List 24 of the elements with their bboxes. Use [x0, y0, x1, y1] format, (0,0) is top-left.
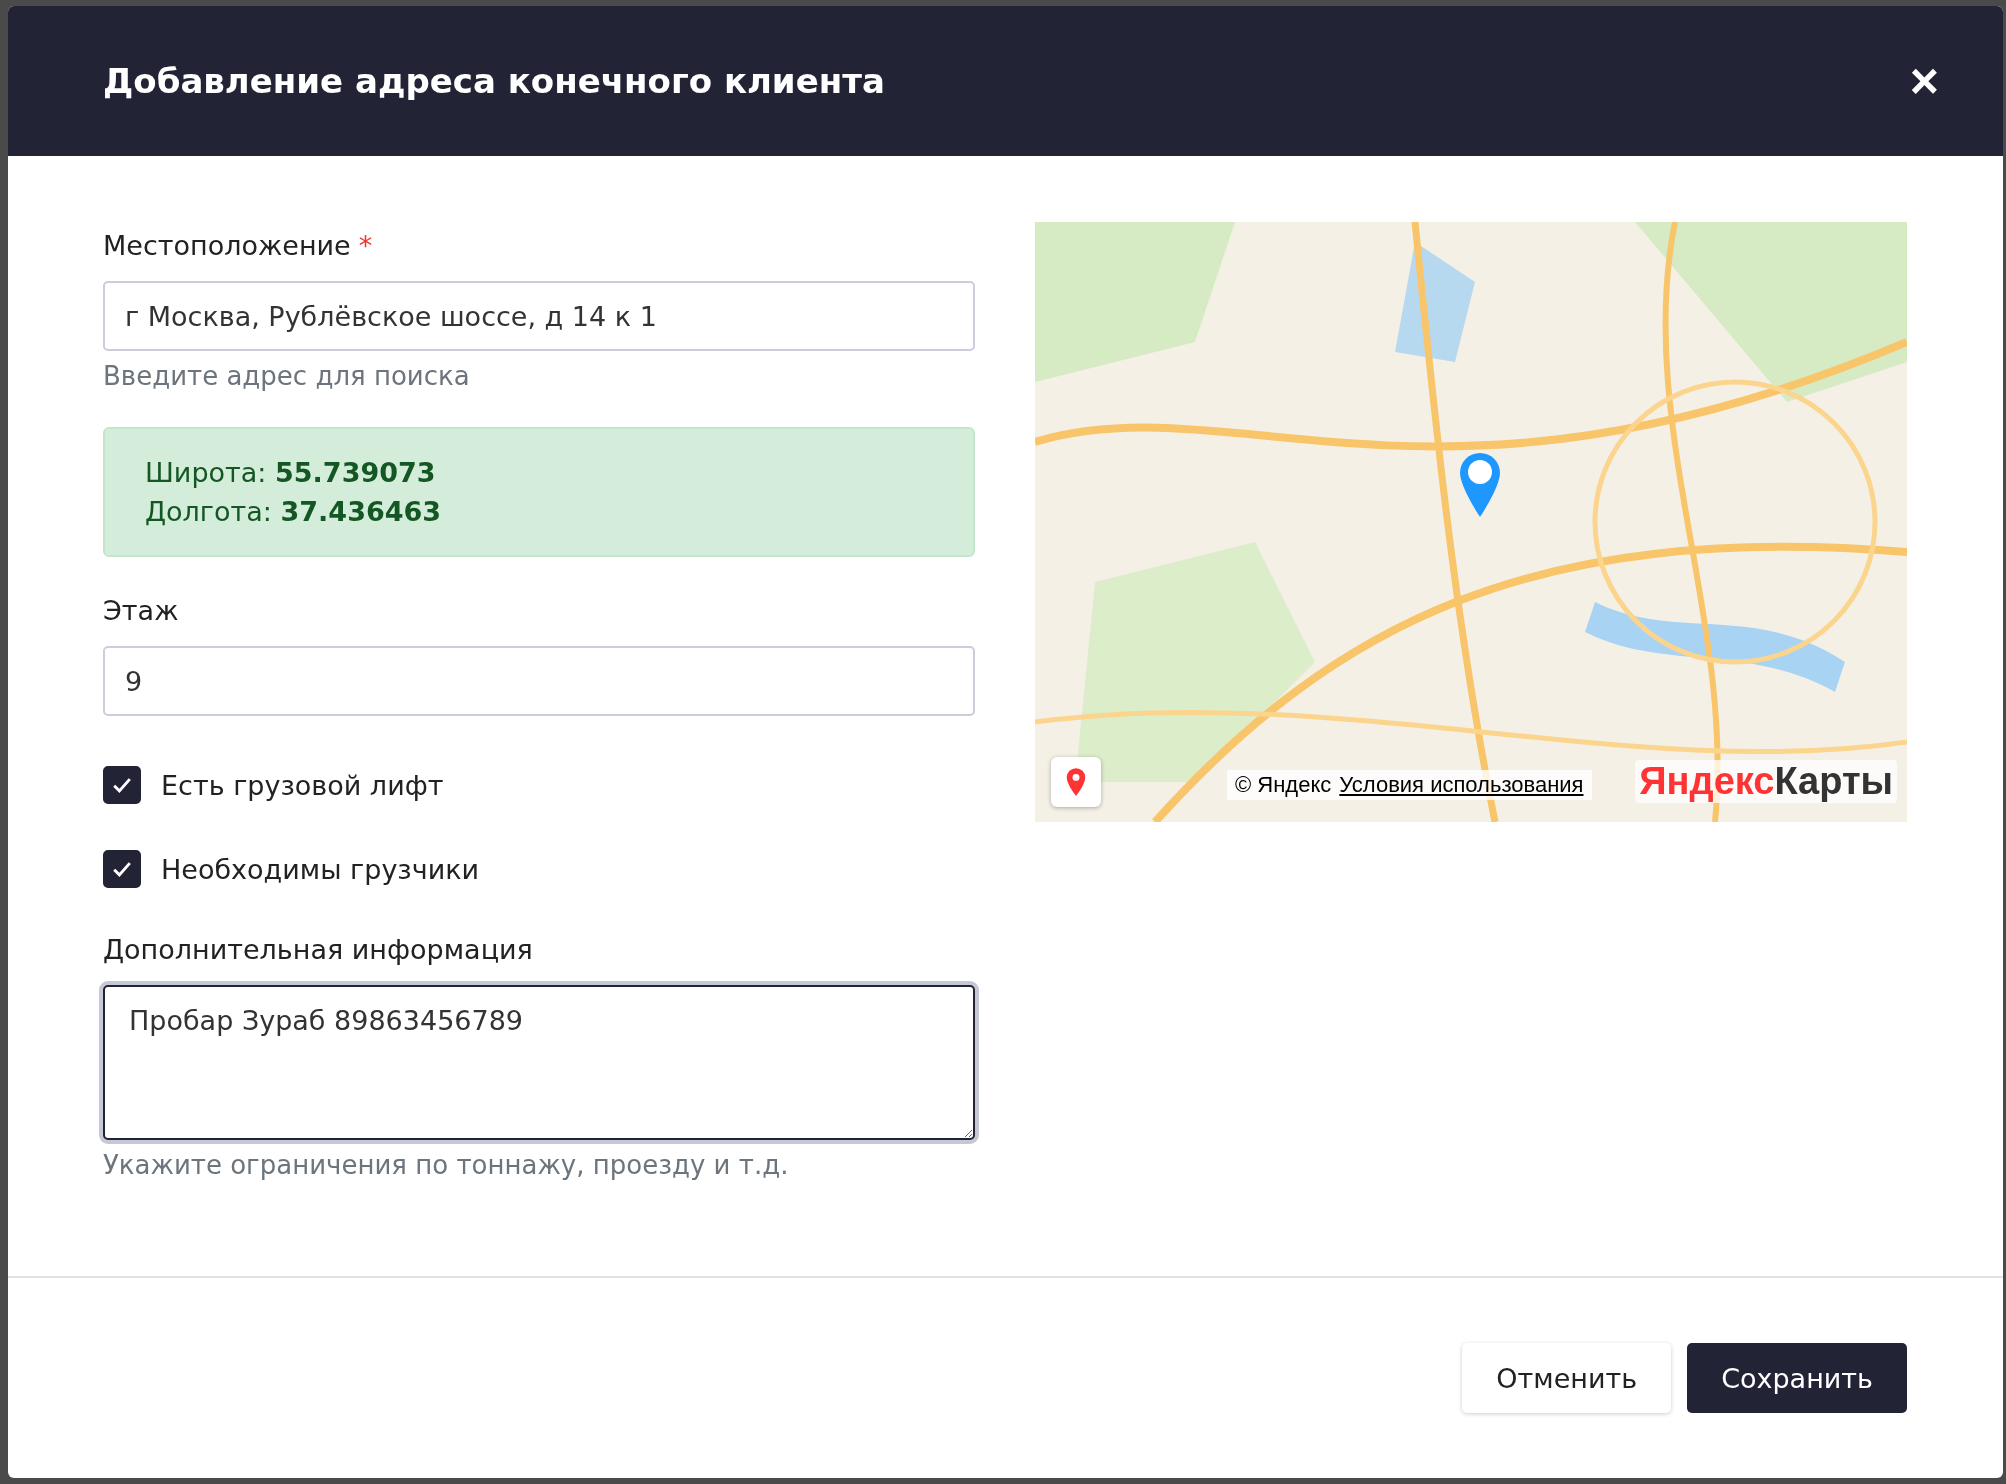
field-hint: Укажите ограничения по тоннажу, проезду и т.д.: [103, 1150, 790, 1180]
map-logo: ЯндексКарты: [1635, 760, 1897, 803]
location-pin-icon: [1064, 767, 1088, 797]
field-label: Этаж: [103, 595, 180, 626]
save-button[interactable]: Сохранить: [1687, 1343, 1907, 1413]
close-button[interactable]: ×: [1909, 56, 1939, 106]
checkbox-label: Необходимы грузчики: [161, 853, 480, 885]
required-mark: *: [358, 230, 373, 261]
terms-link[interactable]: Условия использования: [1339, 772, 1584, 798]
copyright-text: © Яндекс: [1235, 772, 1332, 798]
field-hint: Введите адрес для поиска: [103, 361, 471, 391]
notes-field[interactable]: Пробар Зураб 89863456789: [103, 985, 975, 1140]
checkbox[interactable]: [103, 850, 141, 888]
checkbox-label: Есть грузовой лифт: [161, 769, 444, 801]
floor-field[interactable]: 9: [103, 646, 975, 716]
coordinate-text: Широта: 55.739073: [145, 457, 437, 488]
field-label: Местоположение: [103, 230, 351, 261]
field-label: Дополнительная информация: [103, 934, 534, 965]
geolocation-button[interactable]: [1051, 757, 1101, 807]
dialog-title: Добавление адреса конечного клиента: [103, 61, 885, 101]
address-field[interactable]: г Москва, Рублёвское шоссе, д 14 к 1: [103, 281, 975, 351]
checkbox[interactable]: [103, 766, 141, 804]
cancel-button[interactable]: Отменить: [1462, 1343, 1672, 1413]
coordinate-text: Долгота: 37.436463: [145, 496, 443, 527]
